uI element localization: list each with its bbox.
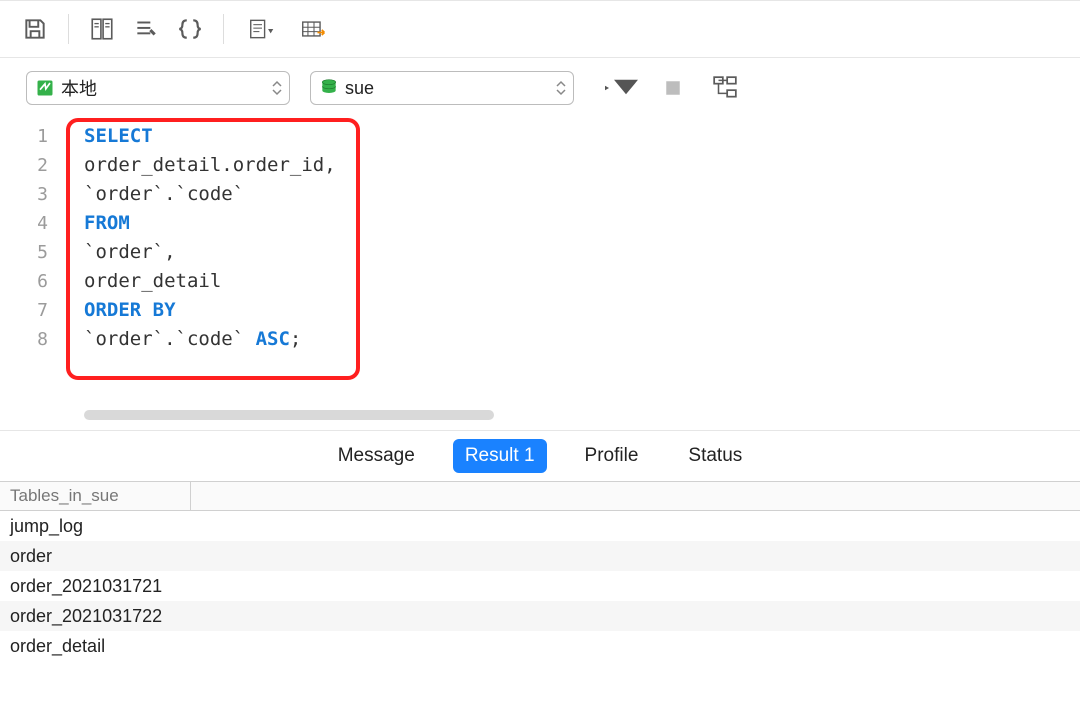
- line-number: 2: [0, 151, 62, 180]
- export-result-icon[interactable]: [296, 14, 332, 44]
- line-number: 5: [0, 238, 62, 267]
- tab-status[interactable]: Status: [676, 439, 754, 473]
- run-button[interactable]: [604, 73, 638, 103]
- tab-message[interactable]: Message: [326, 439, 427, 473]
- stop-button[interactable]: [656, 73, 690, 103]
- database-label: sue: [345, 78, 374, 99]
- line-number: 3: [0, 180, 62, 209]
- toolbar-divider: [223, 14, 224, 44]
- line-number: 1: [0, 122, 62, 151]
- code-line[interactable]: `order`.`code` ASC;: [70, 325, 1070, 354]
- code-line[interactable]: `order`,: [70, 238, 1070, 267]
- line-number: 7: [0, 296, 62, 325]
- table-header: Tables_in_sue: [0, 482, 1080, 511]
- code-line[interactable]: FROM: [70, 209, 1070, 238]
- query-templates-icon[interactable]: [87, 14, 117, 44]
- main-toolbar: [0, 0, 1080, 58]
- table-row[interactable]: order: [0, 541, 1080, 571]
- line-number: 8: [0, 325, 62, 354]
- result-table: Tables_in_sue jump_logorderorder_2021031…: [0, 481, 1080, 661]
- table-body: jump_logorderorder_2021031721order_20210…: [0, 511, 1080, 661]
- connection-label: 本地: [61, 75, 97, 101]
- chevron-down-icon: [614, 75, 638, 102]
- line-gutter: 12345678: [0, 118, 62, 431]
- beautify-sql-icon[interactable]: [131, 14, 161, 44]
- toolbar-divider: [68, 14, 69, 44]
- save-icon[interactable]: [20, 14, 50, 44]
- code-block[interactable]: SELECTorder_detail.order_id,`order`.`cod…: [70, 122, 1070, 354]
- tab-result[interactable]: Result 1: [453, 439, 547, 473]
- table-row[interactable]: jump_log: [0, 511, 1080, 541]
- database-selector[interactable]: sue: [310, 71, 574, 105]
- table-row[interactable]: order_2021031721: [0, 571, 1080, 601]
- code-line[interactable]: order_detail.order_id,: [70, 151, 1070, 180]
- run-controls: [604, 73, 742, 103]
- table-row[interactable]: order_2021031722: [0, 601, 1080, 631]
- explain-plan-button[interactable]: [708, 73, 742, 103]
- code-line[interactable]: ORDER BY: [70, 296, 1070, 325]
- connection-icon: [35, 78, 55, 98]
- line-number: 4: [0, 209, 62, 238]
- table-row[interactable]: order_detail: [0, 631, 1080, 661]
- chevron-updown-icon: [271, 80, 283, 96]
- code-line[interactable]: SELECT: [70, 122, 1070, 151]
- connection-selector[interactable]: 本地: [26, 71, 290, 105]
- horizontal-scrollbar[interactable]: [84, 410, 494, 420]
- column-header[interactable]: Tables_in_sue: [0, 482, 191, 510]
- code-snippet-icon[interactable]: [175, 14, 205, 44]
- sql-editor[interactable]: 12345678 SELECTorder_detail.order_id,`or…: [0, 118, 1080, 431]
- text-result-icon[interactable]: [242, 14, 282, 44]
- result-tabs: Message Result 1 Profile Status: [0, 431, 1080, 481]
- code-line[interactable]: order_detail: [70, 267, 1070, 296]
- controls-bar: 本地 sue: [0, 58, 1080, 118]
- tab-profile[interactable]: Profile: [573, 439, 651, 473]
- line-number: 6: [0, 267, 62, 296]
- code-line[interactable]: `order`.`code`: [70, 180, 1070, 209]
- database-icon: [319, 78, 339, 98]
- chevron-updown-icon: [555, 80, 567, 96]
